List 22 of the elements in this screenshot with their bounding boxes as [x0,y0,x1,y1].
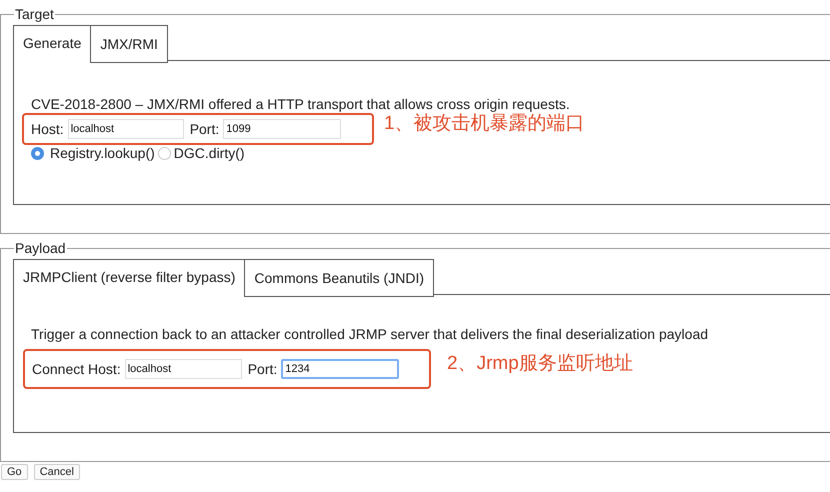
annotation-text: 1、被攻击机暴露的端口 [384,112,585,136]
fieldset-legend: Payload [14,238,67,259]
input-field[interactable]: 1099 [223,119,342,139]
input-field[interactable]: localhost [68,119,184,139]
field-label: Port: [190,120,220,138]
tab[interactable]: Generate [13,25,90,61]
field-label: Connect Host: [32,360,121,378]
input-field[interactable]: 1234 [281,359,400,379]
field-label: Host: [31,120,64,138]
tab[interactable]: JMX/RMI [90,25,168,63]
radio-option[interactable]: DGC.dirty() [158,143,245,164]
field-label: Port: [248,360,278,378]
description-text: Trigger a connection back to an attacker controlled JRMP server that delivers the final deserialization payload [31,325,710,343]
form-button[interactable]: Go [1,464,28,480]
form-button[interactable]: Cancel [34,464,80,480]
fieldset-legend: Target [14,4,55,25]
annotation-text: 2、Jrmp服务监听地址 [447,352,633,376]
tab[interactable]: Commons Beanutils (JNDI) [244,259,434,297]
radio-option[interactable]: Registry.lookup() [31,143,155,164]
description-text: CVE-2018-2800 – JMX/RMI offered a HTTP transport that allows cross origin requests. [31,95,571,113]
tab[interactable]: JRMPClient (reverse filter bypass) [13,259,244,295]
input-field[interactable]: localhost [124,359,242,379]
